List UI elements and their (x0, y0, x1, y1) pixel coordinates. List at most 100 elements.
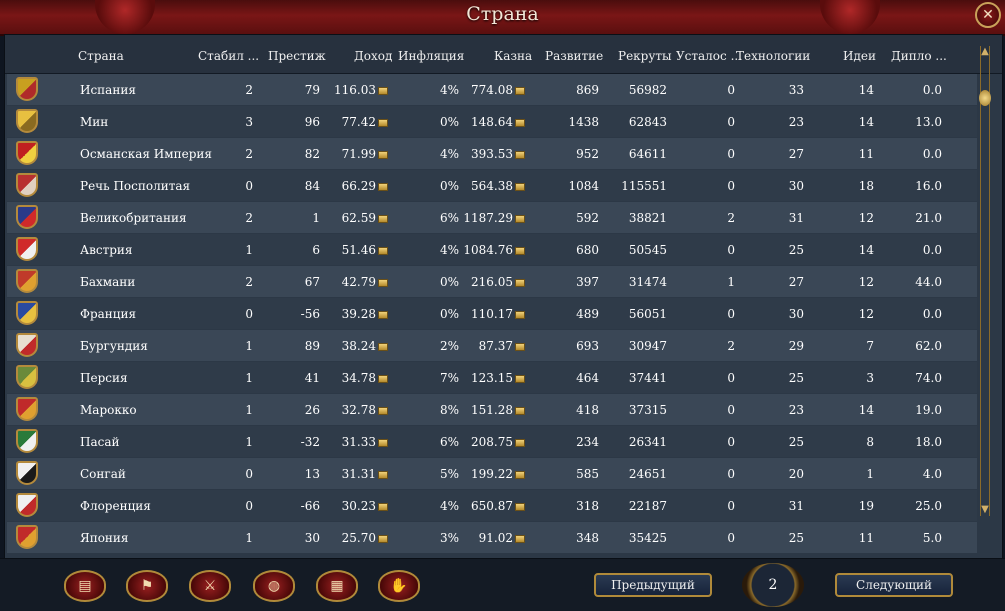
previous-page-button[interactable]: Предыдущий (594, 573, 712, 597)
scroll-up-icon[interactable]: ▲ (979, 46, 991, 58)
country-flag-icon[interactable] (16, 461, 38, 485)
country-flag-icon[interactable] (16, 301, 38, 325)
tab-button-ledger[interactable]: ▤ (64, 570, 106, 602)
cell-value: 1438 (568, 115, 599, 129)
table-row[interactable]: Испания 2 79 116.03 4% 774.08 869 56982 0 33 14 0.0 (7, 74, 977, 105)
table-row[interactable]: Франция 0 -56 39.28 0% 110.17 489 56051 0 30 12 0.0 (7, 298, 977, 329)
cell-value: 25 (788, 435, 804, 449)
cell-prestige: 67 (305, 275, 320, 289)
tab-button-handshake[interactable]: ✋ (378, 570, 420, 602)
column-header-ideas[interactable]: Идеи (843, 49, 876, 63)
table-row[interactable]: Марокко 1 26 32.78 8% 151.28 418 37315 0 23 14 19.0 (7, 394, 977, 425)
ducats-icon (378, 183, 388, 191)
cell-value: 3 (245, 115, 253, 129)
column-header-income[interactable]: Доход (354, 49, 392, 63)
cell-value: Флоренция (80, 499, 151, 513)
cell-manpower: 56982 (629, 83, 667, 97)
cell-value: 38.24 (341, 339, 376, 353)
cell-income: 31.31 (342, 467, 388, 481)
country-flag-icon[interactable] (16, 77, 38, 101)
cell-country: Марокко (80, 403, 137, 417)
table-row[interactable]: Великобритания 2 1 62.59 6% 1187.29 592 38821 2 3… (7, 202, 977, 233)
cell-value: 12 (858, 275, 874, 289)
cell-value: 2 (245, 83, 253, 97)
column-header-treasury[interactable]: Казна (494, 49, 532, 63)
cell-stability: 2 (245, 211, 253, 225)
ducats-icon (515, 87, 525, 95)
column-header-inflation[interactable]: Инфляция (398, 49, 464, 63)
close-button[interactable]: ✕ (975, 2, 1001, 28)
column-header-country[interactable]: Страна (78, 49, 124, 63)
column-header-diplomacy[interactable]: Дипло ... (891, 49, 947, 63)
table-row[interactable]: Османская Империя 2 82 71.99 4% 393.53 952 6461… (7, 138, 977, 169)
cell-value: 31 (788, 499, 804, 513)
cell-income: 39.28 (342, 307, 388, 321)
cell-war-exhaustion: 0 (727, 243, 735, 257)
cell-value: 348 (576, 531, 599, 545)
buildings-icon: ▦ (330, 578, 344, 594)
cell-manpower: 56051 (629, 307, 667, 321)
scroll-down-icon[interactable]: ▼ (979, 504, 991, 516)
cell-value: 199.22 (471, 467, 513, 481)
column-header-stability[interactable]: Стабил ... (198, 49, 259, 63)
cell-country: Австрия (80, 243, 132, 257)
cell-treasury: 393.53 (471, 147, 525, 161)
cell-war-exhaustion: 0 (727, 531, 735, 545)
cell-treasury: 148.64 (471, 115, 525, 129)
table-row[interactable]: Япония 1 30 25.70 3% 91.02 348 35425 0 25 11 5.0 (7, 522, 977, 553)
scrollbar-thumb[interactable] (979, 90, 991, 106)
scrollbar-track[interactable] (980, 46, 990, 516)
cell-value: 0 (727, 243, 735, 257)
cell-stability: 0 (245, 179, 253, 193)
table-row[interactable]: Бахмани 2 67 42.79 0% 216.05 397 31474 1 27 12 44.0 (7, 266, 977, 297)
cell-value: 25 (788, 531, 804, 545)
column-header-development[interactable]: Развитие (545, 49, 603, 63)
country-flag-icon[interactable] (16, 525, 38, 549)
table-row[interactable]: Флоренция 0 -66 30.23 4% 650.87 318 22187 0 31 19 2… (7, 490, 977, 521)
country-flag-icon[interactable] (16, 397, 38, 421)
cell-value: 14 (858, 403, 874, 417)
table-row[interactable]: Мин 3 96 77.42 0% 148.64 1438 62843 0 23 14 13.0 (7, 106, 977, 137)
cell-technology: 29 (789, 339, 804, 353)
tab-button-coins[interactable]: ◍ (253, 570, 295, 602)
cell-diplomacy: 4.0 (923, 467, 942, 481)
next-page-button[interactable]: Следующий (835, 573, 953, 597)
cell-stability: 1 (245, 435, 253, 449)
table-row[interactable]: Речь Посполитая 0 84 66.29 0% 564.38 1084 11555… (7, 170, 977, 201)
column-header-manpower[interactable]: Рекруты (618, 49, 672, 63)
table-row[interactable]: Сонгай 0 13 31.31 5% 199.22 585 24651 0 20 1 4.0 (7, 458, 977, 489)
country-flag-icon[interactable] (16, 141, 38, 165)
column-header-technology[interactable]: Технологии (736, 49, 810, 63)
tab-button-crossed-swords[interactable]: ⚔ (189, 570, 231, 602)
cell-inflation: 4% (440, 499, 459, 513)
country-flag-icon[interactable] (16, 493, 38, 517)
cell-value: 2 (727, 339, 735, 353)
table-row[interactable]: Австрия 1 6 51.46 4% 1084.76 680 50545 0 25 14 0.0 (7, 234, 977, 265)
cell-ideas: 8 (866, 435, 874, 449)
cell-value: 35425 (628, 531, 667, 545)
country-flag-icon[interactable] (16, 269, 38, 293)
cell-value: 0.0 (922, 307, 942, 321)
country-flag-icon[interactable] (16, 205, 38, 229)
country-flag-icon[interactable] (16, 109, 38, 133)
table-row[interactable]: Персия 1 41 34.78 7% 123.15 464 37441 0 25 3 74.0 (7, 362, 977, 393)
cell-inflation: 5% (440, 467, 459, 481)
tab-button-buildings[interactable]: ▦ (316, 570, 358, 602)
country-flag-icon[interactable] (16, 365, 38, 389)
tab-button-flag[interactable]: ⚑ (126, 570, 168, 602)
table-row[interactable]: Бургундия 1 89 38.24 2% 87.37 693 30947 2 29 7 62.0 (7, 330, 977, 361)
table-row[interactable]: Пасай 1 -32 31.33 6% 208.75 234 26341 0 25 8 18.0 (7, 426, 977, 457)
cell-value: 393.53 (471, 147, 513, 161)
country-flag-icon[interactable] (16, 173, 38, 197)
ducats-icon (378, 343, 388, 351)
column-header-prestige[interactable]: Престиж (268, 49, 326, 63)
cell-value: 0 (245, 307, 253, 321)
cell-prestige: -56 (301, 307, 320, 321)
country-flag-icon[interactable] (16, 429, 38, 453)
column-header-war-exhaustion[interactable]: Усталос ... (676, 49, 742, 63)
cell-value: 14 (858, 243, 874, 257)
country-flag-icon[interactable] (16, 237, 38, 261)
country-flag-icon[interactable] (16, 333, 38, 357)
cell-diplomacy: 16.0 (915, 179, 942, 193)
cell-war-exhaustion: 2 (727, 211, 735, 225)
